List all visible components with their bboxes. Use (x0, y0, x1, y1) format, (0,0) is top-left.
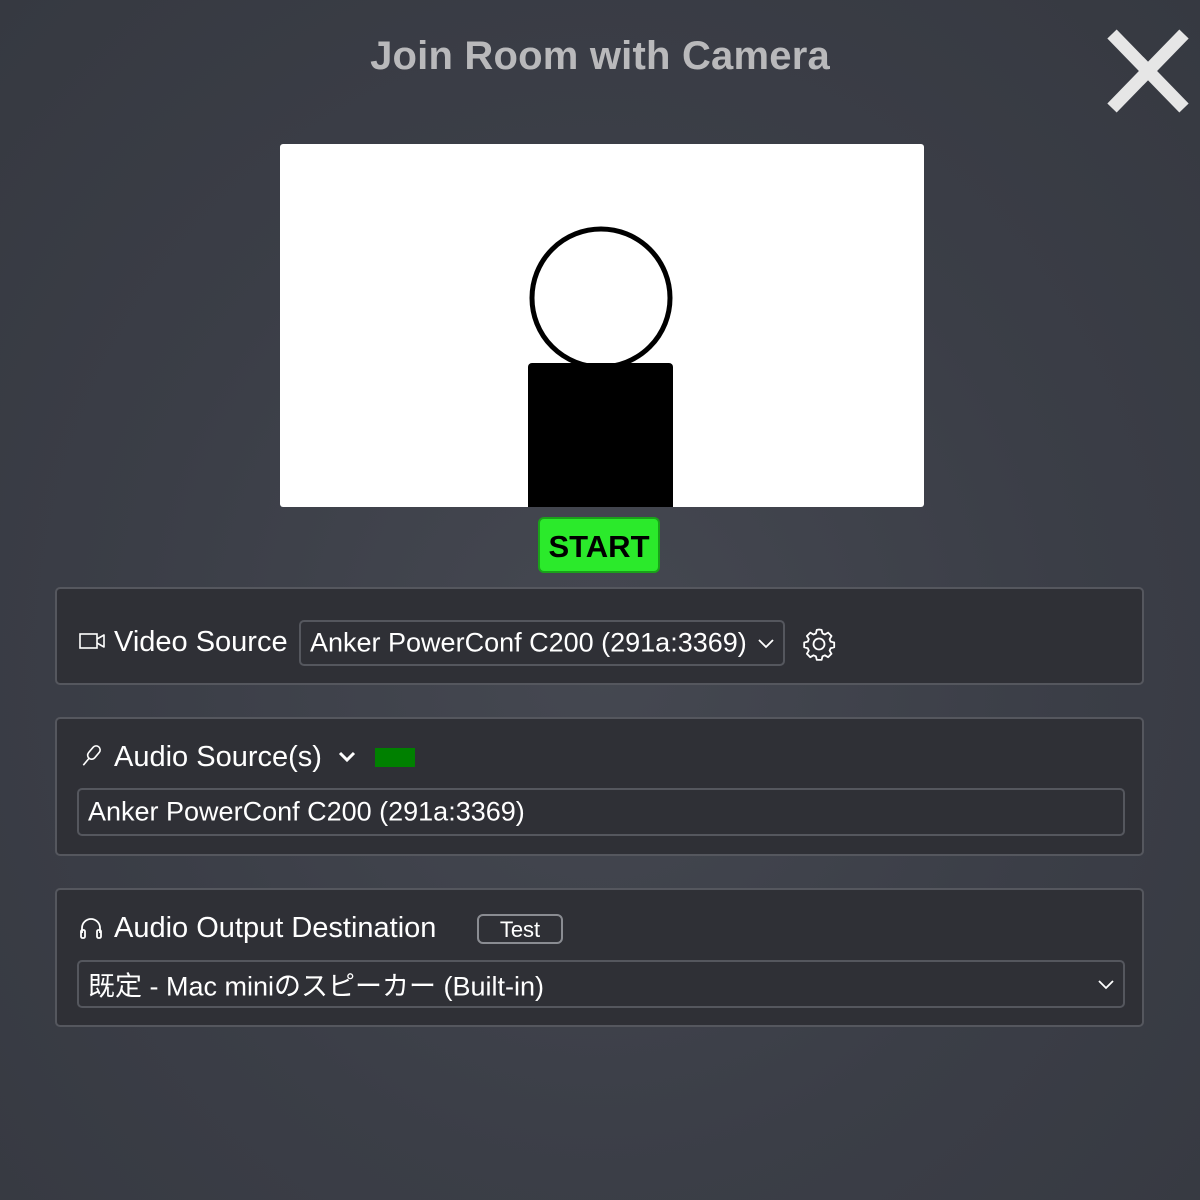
test-button[interactable]: Test (477, 914, 563, 944)
close-icon (1107, 29, 1189, 113)
audio-output-select[interactable]: 既定 - Mac miniのスピーカー (Built-in) (77, 960, 1125, 1008)
audio-output-value: 既定 - Mac miniのスピーカー (Built-in) (88, 971, 545, 1002)
avatar-placeholder (528, 226, 673, 507)
video-source-select[interactable]: Anker PowerConf C200 (291a:3369) (299, 620, 785, 666)
gear-icon[interactable] (802, 627, 836, 661)
audio-output-label: Audio Output Destination (114, 912, 437, 944)
camera-preview (280, 144, 924, 507)
audio-level-meter (375, 748, 415, 767)
audio-source-label: Audio Source(s) (114, 741, 322, 773)
dialog-title: Join Room with Camera (370, 34, 830, 78)
headphones-icon (80, 918, 102, 939)
audio-source-select[interactable]: Anker PowerConf C200 (291a:3369) (77, 788, 1125, 836)
video-camera-icon (79, 633, 105, 649)
chevron-down-icon (1098, 980, 1114, 990)
start-button[interactable]: START (538, 517, 660, 573)
chevron-down-icon (758, 639, 774, 649)
video-source-panel: Video Source Anker PowerConf C200 (291a:… (55, 587, 1144, 685)
avatar-head (529, 226, 673, 370)
microphone-icon (82, 745, 101, 766)
audio-source-panel: Audio Source(s) Anker PowerConf C200 (29… (55, 717, 1144, 856)
video-source-label: Video Source (114, 626, 288, 658)
audio-output-panel: Audio Output Destination Test 既定 - Mac m… (55, 888, 1144, 1027)
chevron-down-icon[interactable] (337, 750, 357, 764)
video-source-value: Anker PowerConf C200 (291a:3369) (310, 627, 747, 658)
avatar-body (528, 363, 673, 507)
close-button[interactable] (1100, 26, 1196, 118)
audio-source-value: Anker PowerConf C200 (291a:3369) (88, 796, 525, 827)
